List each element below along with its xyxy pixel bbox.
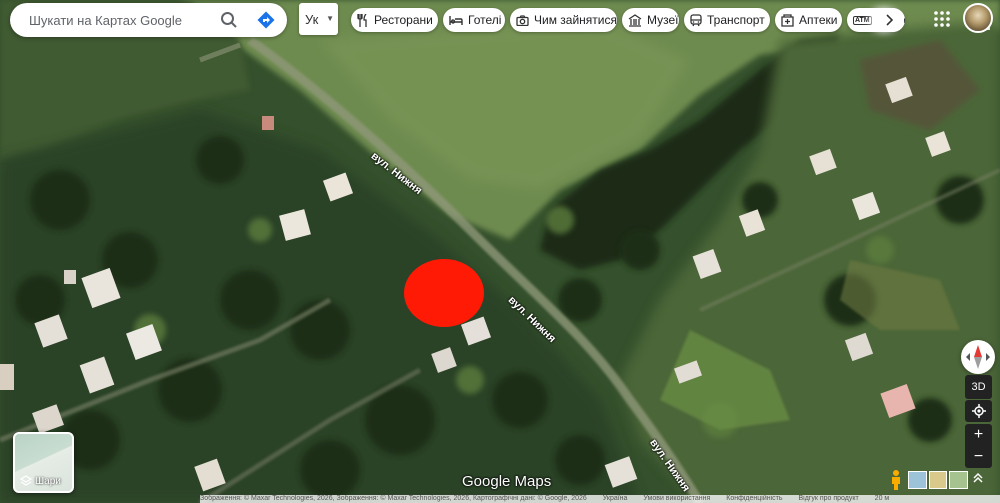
chip-label: Музеї (647, 13, 679, 27)
scale-label[interactable]: 20 м (875, 495, 890, 502)
chevron-right-icon (886, 14, 894, 26)
search-icon[interactable] (218, 9, 240, 31)
chip-museums[interactable]: Музеї (622, 8, 679, 32)
house (64, 270, 76, 284)
chip-pharmacies[interactable]: Аптеки (775, 8, 842, 32)
zoom-out-button[interactable]: − (965, 446, 992, 468)
house (262, 116, 274, 130)
expand-up-icon[interactable] (970, 472, 986, 488)
layers-label: Шари (35, 475, 61, 487)
google-maps-logo: Google Maps (462, 473, 552, 490)
transit-icon (690, 13, 702, 26)
compass-button[interactable] (961, 340, 995, 374)
layers-button[interactable]: Шари (13, 432, 74, 493)
my-location-button[interactable] (965, 400, 992, 422)
chip-label: Аптеки (799, 13, 838, 27)
apps-grid-icon[interactable] (933, 10, 951, 28)
chip-label: Транспорт (707, 13, 765, 27)
chip-transit[interactable]: Транспорт (684, 8, 770, 32)
privacy-link[interactable]: Конфіденційність (726, 495, 782, 502)
account-avatar[interactable] (963, 3, 993, 33)
country-link[interactable]: Україна (603, 495, 628, 502)
directions-icon[interactable] (255, 9, 277, 31)
chip-label: Готелі (468, 13, 502, 27)
layers-icon (20, 475, 32, 486)
zoom-controls: + − (965, 424, 992, 468)
terms-link[interactable]: Умови використання (643, 495, 710, 502)
camera-icon (516, 14, 529, 26)
thumbnail[interactable] (908, 471, 927, 489)
imagery-thumbnails[interactable] (908, 471, 969, 489)
atm-icon: ATM (853, 15, 872, 25)
museum-icon (628, 13, 642, 27)
zoom-in-button[interactable]: + (965, 424, 992, 446)
imagery-attribution: Зображення: © Maxar Technologies, 2026, … (200, 495, 587, 502)
chip-things-to-do[interactable]: Чим зайнятися (510, 8, 617, 32)
pharmacy-icon (781, 13, 794, 27)
house (0, 364, 14, 390)
hotel-icon (449, 15, 463, 25)
my-location-icon (971, 404, 986, 418)
footer-bar: Зображення: © Maxar Technologies, 2026, … (200, 495, 1000, 503)
chip-label: Ресторани (374, 13, 433, 27)
chips-next-button[interactable] (876, 8, 904, 32)
satellite-map[interactable] (0, 0, 1000, 503)
location-marker[interactable] (404, 259, 484, 327)
chip-restaurants[interactable]: Ресторани (351, 8, 438, 32)
search-box[interactable] (10, 3, 287, 37)
thumbnail[interactable] (928, 471, 948, 489)
search-input[interactable] (27, 11, 211, 29)
layers-label-row: Шари (20, 475, 61, 487)
language-label: Ук (305, 11, 319, 27)
chip-hotels[interactable]: Готелі (443, 8, 505, 32)
chevron-down-icon: ▼ (326, 14, 334, 23)
restaurant-icon (357, 13, 367, 27)
language-selector[interactable]: Ук ▼ (299, 3, 338, 35)
thumbnail[interactable] (949, 471, 969, 489)
feedback-link[interactable]: Відгук про продукт (798, 495, 858, 502)
3d-toggle-button[interactable]: 3D (965, 375, 992, 399)
chip-label: Чим зайнятися (534, 13, 617, 27)
compass-icon (966, 345, 990, 369)
pegman-icon[interactable] (887, 469, 905, 491)
